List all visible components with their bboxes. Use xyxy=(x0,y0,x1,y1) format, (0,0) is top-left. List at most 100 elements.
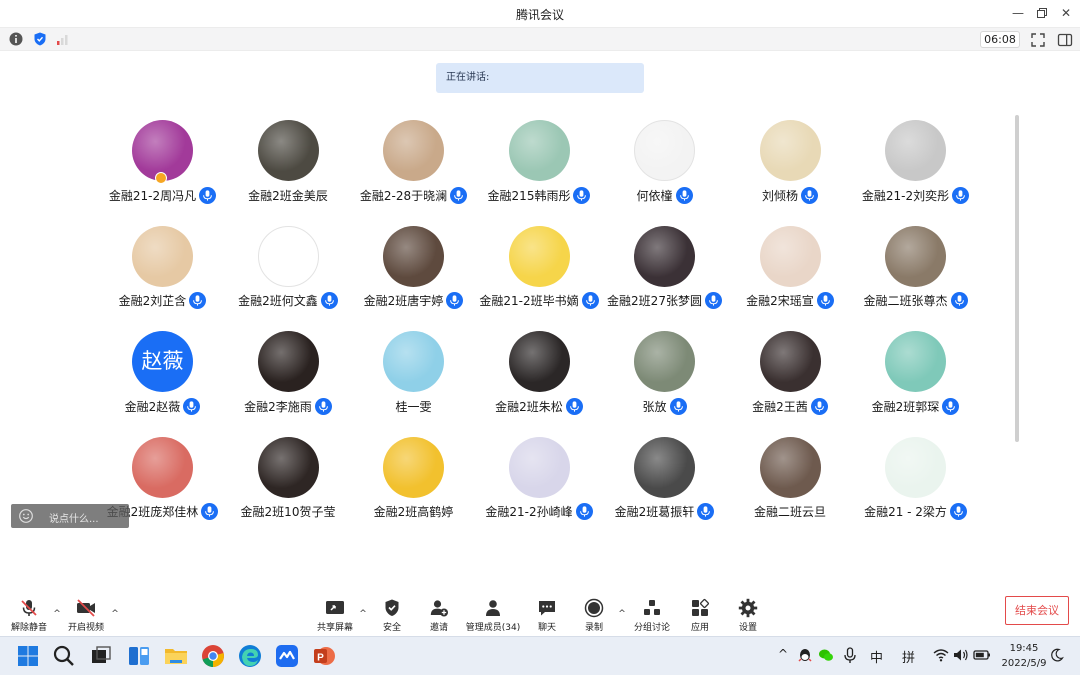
night-mode-icon[interactable] xyxy=(1050,648,1064,662)
title-bar: 腾讯会议 — ✕ xyxy=(0,0,1080,27)
video-options-caret[interactable]: ^ xyxy=(110,609,120,619)
ime-mode-indicator[interactable]: 拼 xyxy=(902,647,915,666)
participant-tile[interactable]: 金融2班高鹤婷 xyxy=(351,432,476,537)
participant-tile[interactable]: 金融2班唐宇婷 xyxy=(351,221,476,326)
restore-icon[interactable] xyxy=(1032,4,1052,22)
participant-tile[interactable]: 金融2-28于晓澜 xyxy=(351,115,476,220)
mic-active-icon xyxy=(810,397,828,415)
settings-button[interactable]: 设置 xyxy=(720,595,776,635)
chat-input[interactable]: 说点什么... xyxy=(11,504,129,528)
widgets-icon[interactable] xyxy=(126,643,152,669)
participant-tile[interactable]: 金融21-2刘奕彤 xyxy=(853,115,978,220)
fullscreen-icon[interactable] xyxy=(1029,31,1047,49)
participant-tile[interactable]: 金融2班郭琛 xyxy=(853,326,978,431)
invite-button[interactable]: 邀请 xyxy=(411,595,467,635)
participant-tile[interactable]: 桂一雯 xyxy=(351,326,476,431)
close-icon[interactable]: ✕ xyxy=(1056,4,1076,22)
signal-icon[interactable] xyxy=(56,32,70,46)
participant-tile[interactable]: 金融215韩雨彤 xyxy=(477,115,602,220)
info-bar: 06:08 xyxy=(0,27,1080,51)
mic-active-icon xyxy=(816,292,834,309)
mic-active-icon xyxy=(314,397,332,415)
chat-bubble-icon xyxy=(539,601,555,616)
tencent-meeting-taskbar-icon[interactable] xyxy=(274,643,300,669)
participant-name: 金融215韩雨彤 xyxy=(487,188,571,203)
participant-tile[interactable]: 金融2班10贺子莹 xyxy=(226,432,351,537)
participant-tile[interactable]: 金融21-2班毕书嫡 xyxy=(477,221,602,326)
participant-tile[interactable]: 金融2王茜 xyxy=(728,326,853,431)
file-explorer-icon[interactable] xyxy=(163,643,189,669)
minimize-icon[interactable]: — xyxy=(1008,4,1028,22)
participant-tile[interactable]: 金融二班张尊杰 xyxy=(853,221,978,326)
mic-active-icon xyxy=(942,397,960,415)
participant-name-row: 金融二班张尊杰 xyxy=(843,291,988,311)
participant-tile[interactable]: 金融2宋瑶宣 xyxy=(728,221,853,326)
participant-tile[interactable]: 金融21-2周冯凡 xyxy=(100,115,225,220)
emoji-icon[interactable] xyxy=(19,509,33,523)
mic-active-icon xyxy=(183,397,201,415)
start-video-button[interactable]: 开启视频 xyxy=(58,595,114,635)
participant-tile[interactable]: 金融2班金美辰 xyxy=(226,115,351,220)
os-taskbar: P ^ 中 拼 19:45 2022/5/9 xyxy=(0,636,1080,675)
participant-name: 金融二班云旦 xyxy=(753,505,826,519)
participant-name-row: 金融2班金美辰 xyxy=(216,185,361,205)
participant-tile[interactable]: 何依橦 xyxy=(602,115,727,220)
participant-name: 何依橦 xyxy=(636,188,673,203)
wifi-icon[interactable] xyxy=(933,648,949,662)
powerpoint-icon[interactable]: P xyxy=(311,643,337,669)
qq-tray-icon[interactable] xyxy=(797,647,813,663)
participant-tile[interactable]: 金融2班何文鑫 xyxy=(226,221,351,326)
participant-tile[interactable]: 金融21-2孙崎峰 xyxy=(477,432,602,537)
participant-avatar xyxy=(257,436,319,498)
participant-name-row: 金融2班高鹤婷 xyxy=(341,502,486,522)
system-clock[interactable]: 19:45 2022/5/9 xyxy=(1000,641,1048,671)
end-meeting-button[interactable]: 结束会议 xyxy=(1005,596,1069,625)
participant-avatar: 赵薇 xyxy=(132,331,193,392)
unmute-button[interactable]: 解除静音 xyxy=(1,595,57,635)
participant-name: 金融2班郭琛 xyxy=(871,399,940,414)
participant-tile[interactable]: 金融2班葛振轩 xyxy=(602,432,727,537)
camera-off-icon xyxy=(77,599,95,617)
battery-icon[interactable] xyxy=(973,648,991,662)
volume-icon[interactable] xyxy=(953,648,969,662)
shield-icon[interactable] xyxy=(33,32,47,46)
manage-members-button[interactable]: 管理成员(34) xyxy=(463,595,523,635)
participant-tile[interactable]: 金融2班朱松 xyxy=(477,326,602,431)
participant-tile[interactable]: 刘倾杨 xyxy=(728,115,853,220)
participant-tile[interactable]: 张放 xyxy=(602,326,727,431)
chrome-icon[interactable] xyxy=(200,643,226,669)
participant-name-row: 金融2班郭琛 xyxy=(843,396,988,416)
clock-time: 19:45 xyxy=(1009,643,1039,654)
microphone-tray-icon[interactable] xyxy=(843,647,857,664)
search-icon[interactable] xyxy=(51,643,77,669)
participant-tile[interactable]: 金融二班云旦 xyxy=(728,432,853,537)
record-button[interactable]: 录制 xyxy=(566,595,622,635)
participant-name-row: 金融2李施雨 xyxy=(216,396,361,416)
participant-tile[interactable]: 金融2刘芷含 xyxy=(100,221,225,326)
clock-date: 2022/5/9 xyxy=(1001,658,1047,669)
participant-avatar xyxy=(132,436,193,498)
task-view-icon[interactable] xyxy=(88,643,114,669)
participant-name-row: 张放 xyxy=(592,396,737,416)
mic-active-icon xyxy=(697,503,715,520)
apps-grid-icon xyxy=(692,599,709,616)
sidebar-toggle-icon[interactable] xyxy=(1056,31,1074,49)
ime-language-indicator[interactable]: 中 xyxy=(870,647,883,666)
participant-name: 金融2赵薇 xyxy=(124,399,181,414)
participant-tile[interactable]: 金融2李施雨 xyxy=(226,326,351,431)
info-icon[interactable] xyxy=(9,32,23,46)
participant-tile[interactable]: 赵薇金融2赵薇 xyxy=(100,326,225,431)
mic-active-icon xyxy=(573,186,591,204)
wechat-tray-icon[interactable] xyxy=(818,647,834,663)
grid-scrollbar[interactable] xyxy=(1015,115,1019,442)
participant-tile[interactable]: 金融21 - 2梁方 xyxy=(853,432,978,537)
share-screen-button[interactable]: 共享屏幕 xyxy=(307,595,363,635)
windows-start-icon[interactable] xyxy=(15,643,41,669)
participant-name-row: 刘倾杨 xyxy=(718,185,863,205)
participant-avatar xyxy=(759,225,821,287)
participant-avatar xyxy=(257,225,319,287)
participant-tile[interactable]: 金融2班27张梦圆 xyxy=(602,221,727,326)
edge-icon[interactable] xyxy=(237,643,263,669)
tray-overflow-icon[interactable]: ^ xyxy=(778,647,788,661)
participant-name-row: 何依橦 xyxy=(592,185,737,205)
